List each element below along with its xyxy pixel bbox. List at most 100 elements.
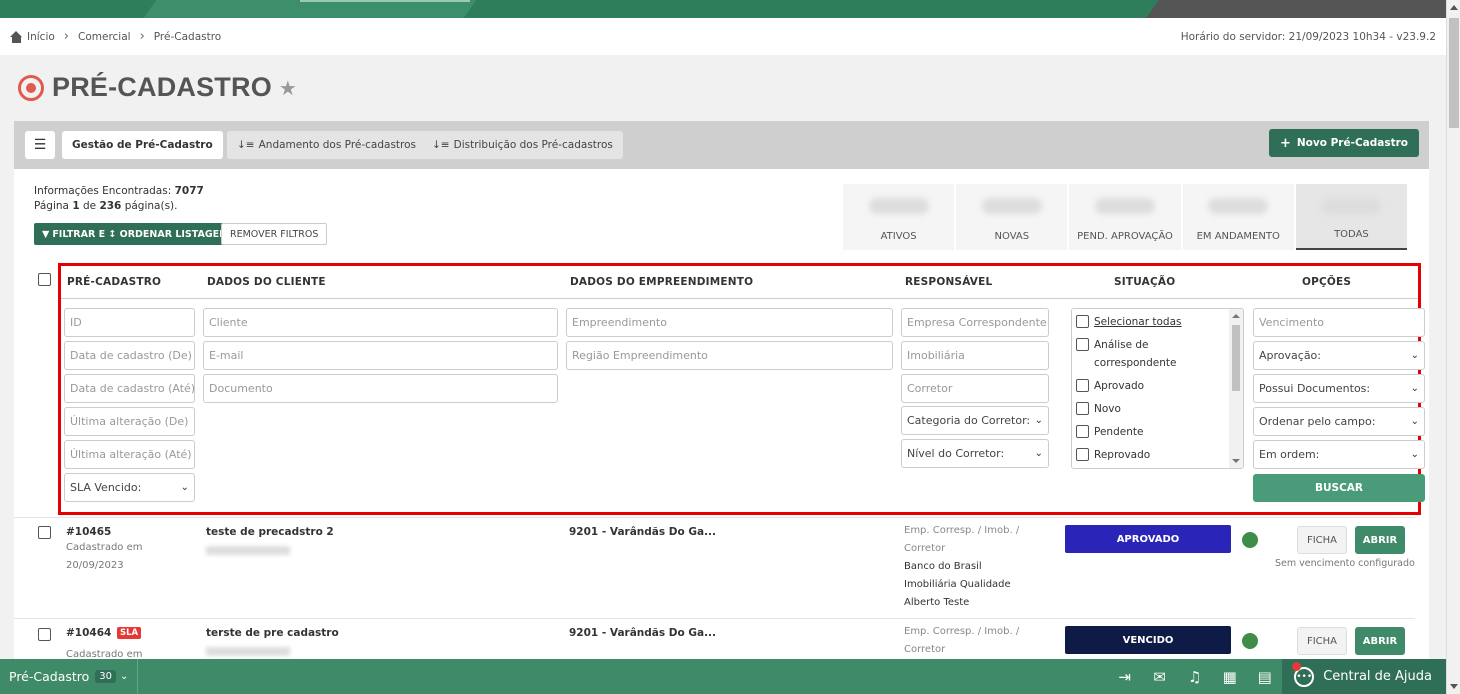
chevron-down-icon: ⌄ — [180, 482, 189, 493]
stat-label: ATIVOS — [880, 231, 917, 242]
scroll-down-icon[interactable] — [1232, 459, 1240, 463]
help-center-button[interactable]: ••• Central de Ajuda — [1282, 659, 1446, 694]
categoria-corretor-select[interactable]: Categoria do Corretor: ⌄ — [901, 406, 1049, 435]
tab-distribuicao[interactable]: ↓≡ Distribuição dos Pré-cadastros — [422, 131, 623, 159]
situacao-item-analise[interactable]: Análise de correspondente — [1072, 336, 1222, 372]
aprovacao-select[interactable]: Aprovação: ⌄ — [1253, 341, 1425, 370]
page-scrollbar[interactable] — [1446, 0, 1460, 694]
checkbox[interactable] — [1076, 425, 1089, 438]
sla-select[interactable]: SLA Vencido: ⌄ — [64, 473, 195, 502]
col-header-opcoes: OPÇÕES — [1302, 276, 1352, 288]
scroll-thumb[interactable] — [1449, 18, 1459, 128]
email-input[interactable]: E-mail — [203, 341, 558, 370]
row-empreendimento: 9201 - Varândãs Do Ga... — [569, 627, 717, 639]
checkbox[interactable] — [1076, 402, 1089, 415]
id-input[interactable]: ID — [64, 308, 195, 337]
help-center-label: Central de Ajuda — [1323, 669, 1432, 684]
scroll-up-icon[interactable] — [1232, 314, 1240, 318]
module-switcher[interactable]: Pré-Cadastro 30 ⌄ — [0, 659, 138, 694]
bell-icon[interactable]: ♫ — [1177, 659, 1212, 694]
document-input[interactable]: Documento — [203, 374, 558, 403]
stat-ativos[interactable]: ATIVOS — [843, 184, 955, 250]
remove-filters-button[interactable]: REMOVER FILTROS — [221, 223, 328, 245]
nivel-corretor-select[interactable]: Nível do Corretor: ⌄ — [901, 439, 1049, 468]
situacao-label: Pendente — [1094, 426, 1144, 438]
modified-from-input[interactable]: Última alteração (De) — [64, 407, 195, 436]
situacao-item-aprovado[interactable]: Aprovado — [1072, 377, 1243, 395]
ordem-select[interactable]: Em ordem: ⌄ — [1253, 440, 1425, 469]
row-created-date: 20/09/2023 — [66, 560, 124, 571]
vencimento-input[interactable]: Vencimento — [1253, 308, 1425, 337]
filter-panel: PRÉ-CADASTRO DADOS DO CLIENTE DADOS DO E… — [58, 263, 1425, 515]
new-precadastro-button[interactable]: + Novo Pré-Cadastro — [1268, 129, 1419, 157]
categoria-select-value: Categoria do Corretor: — [907, 414, 1031, 427]
scroll-down-icon[interactable] — [1450, 684, 1458, 689]
empreendimento-input[interactable]: Empreendimento — [566, 308, 893, 337]
menu-toggle-button[interactable]: ☰ — [25, 131, 55, 159]
stat-novas[interactable]: NOVAS — [956, 184, 1068, 250]
calculator-icon[interactable]: ▤ — [1247, 659, 1282, 694]
bottom-icons: ⇥ ✉ ♫ ▦ ▤ ••• Central de Ajuda — [1107, 659, 1446, 694]
checkbox[interactable] — [1076, 338, 1089, 351]
corretor-input[interactable]: Corretor — [901, 374, 1049, 403]
page-title: PRÉ-CADASTRO — [52, 72, 272, 102]
select-all-link[interactable]: Selecionar todas — [1094, 313, 1181, 331]
resp-label: Emp. Corresp. / Imob. / — [904, 525, 1020, 536]
row-checkbox[interactable] — [38, 526, 51, 539]
abrir-button[interactable]: ABRIR — [1355, 526, 1405, 554]
regiao-input[interactable]: Região Empreendimento — [566, 341, 893, 370]
empresa-correspondente-input[interactable]: Empresa Correspondente — [901, 308, 1049, 337]
breadcrumb-comercial[interactable]: Comercial — [78, 31, 131, 43]
modified-to-input[interactable]: Última alteração (Até) — [64, 440, 195, 469]
ordenar-campo-select[interactable]: Ordenar pelo campo: ⌄ — [1253, 407, 1425, 436]
status-badge: VENCIDO — [1065, 626, 1231, 654]
documentos-select[interactable]: Possui Documentos: ⌄ — [1253, 374, 1425, 403]
created-from-input[interactable]: Data de cadastro (De) — [64, 341, 195, 370]
situacao-item-reprovado[interactable]: Reprovado — [1072, 446, 1243, 464]
client-input[interactable]: Cliente — [203, 308, 558, 337]
situacao-item-all[interactable]: Selecionar todas — [1072, 313, 1243, 331]
calendar-icon[interactable]: ▦ — [1212, 659, 1247, 694]
tab-gestao[interactable]: Gestão de Pré-Cadastro — [62, 131, 223, 159]
situacao-item-pendente[interactable]: Pendente — [1072, 423, 1243, 441]
imobiliaria-input[interactable]: Imobiliária — [901, 341, 1049, 370]
tab-andamento[interactable]: ↓≡ Andamento dos Pré-cadastros — [227, 131, 427, 159]
filter-sort-button[interactable]: ▼ FILTRAR E ↕ ORDENAR LISTAGEM — [34, 223, 237, 245]
abrir-button[interactable]: ABRIR — [1355, 627, 1405, 655]
page-title-area: PRÉ-CADASTRO ★ — [18, 72, 297, 103]
search-button[interactable]: BUSCAR — [1253, 474, 1425, 502]
ficha-button[interactable]: FICHA — [1297, 526, 1347, 554]
situacao-list[interactable]: Selecionar todas Análise de corresponden… — [1071, 308, 1244, 469]
filter-icon: ▼ — [42, 228, 50, 240]
results-info: Informações Encontradas: 7077 Página 1 d… — [34, 184, 204, 214]
situacao-label: Reprovado — [1094, 449, 1151, 461]
header-stripe — [143, 0, 477, 18]
status-dot — [1242, 532, 1258, 548]
home-icon[interactable] — [10, 30, 23, 43]
checkbox[interactable] — [1076, 379, 1089, 392]
situacao-scrollbar[interactable] — [1229, 309, 1243, 468]
plus-icon: + — [1279, 135, 1291, 151]
status-badge: APROVADO — [1065, 525, 1231, 553]
status-dot — [1242, 633, 1258, 649]
table-row: #10465 Cadastrado em 20/09/2023 teste de… — [14, 517, 1415, 618]
ficha-button[interactable]: FICHA — [1297, 627, 1347, 655]
stat-todas[interactable]: TODAS — [1295, 184, 1408, 250]
row-checkbox[interactable] — [38, 628, 51, 641]
created-to-input[interactable]: Data de cadastro (Até) — [64, 374, 195, 403]
favorite-star-icon[interactable]: ★ — [279, 76, 297, 100]
exit-icon[interactable]: ⇥ — [1107, 659, 1142, 694]
checkbox[interactable] — [1076, 448, 1089, 461]
stat-em-andamento[interactable]: EM ANDAMENTO — [1182, 184, 1294, 250]
breadcrumb-home[interactable]: Início — [27, 31, 55, 43]
situacao-item-novo[interactable]: Novo — [1072, 400, 1243, 418]
chevron-down-icon: ⌄ — [1410, 416, 1419, 427]
scroll-thumb[interactable] — [1232, 325, 1240, 391]
select-all-checkbox[interactable] — [38, 273, 51, 286]
stat-pend-aprovacao[interactable]: PEND. APROVAÇÃO — [1069, 184, 1181, 250]
mail-icon[interactable]: ✉ — [1142, 659, 1177, 694]
scroll-up-icon[interactable] — [1450, 5, 1458, 10]
bottom-taskbar: Pré-Cadastro 30 ⌄ ⇥ ✉ ♫ ▦ ▤ ••• Central … — [0, 659, 1446, 694]
page-word: Página — [34, 200, 69, 212]
checkbox[interactable] — [1076, 315, 1089, 328]
